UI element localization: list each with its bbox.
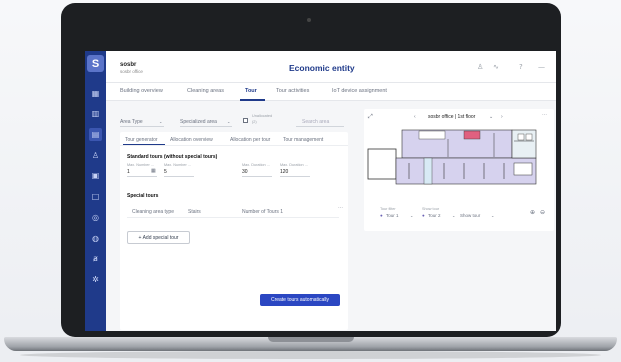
field-underline bbox=[280, 176, 310, 177]
logo-icon[interactable]: S bbox=[87, 55, 104, 72]
field-max-duration[interactable]: 120 bbox=[280, 169, 288, 175]
building-icon[interactable]: ▦ bbox=[89, 87, 102, 100]
field-underline bbox=[127, 176, 157, 177]
floor-plan-room[interactable] bbox=[418, 130, 446, 140]
field-label: Max. Duration ... bbox=[242, 163, 270, 167]
expand-icon[interactable]: ⤢ bbox=[368, 113, 373, 121]
prev-floor-icon[interactable]: ‹ bbox=[414, 114, 416, 120]
site-name[interactable]: sosbr bbox=[120, 62, 136, 68]
unallocated-label: Unallocated bbox=[252, 114, 273, 118]
tab-tour-activities[interactable]: Tour activities bbox=[276, 88, 309, 94]
main-tabs: Building overview Cleaning areas Tour To… bbox=[106, 83, 556, 101]
area-type-chevron-icon: ⌄ bbox=[159, 119, 163, 124]
tab-cleaning-areas[interactable]: Cleaning areas bbox=[187, 88, 224, 94]
specialized-area-filter[interactable]: Specialized area bbox=[180, 119, 217, 125]
field-min-duration[interactable]: 30 bbox=[242, 169, 248, 175]
laptop-shadow bbox=[20, 351, 601, 359]
tab-iot-device-assignment[interactable]: IoT device assignment bbox=[332, 88, 387, 94]
site-subtitle: sosbr office bbox=[120, 69, 143, 74]
specialized-area-chevron-icon: ⌄ bbox=[227, 119, 231, 124]
laptop-notch bbox=[268, 337, 354, 342]
user-icon[interactable]: ♙ bbox=[477, 63, 483, 71]
number-of-tours[interactable]: Number of Tours 1 bbox=[242, 209, 283, 215]
menu-icon[interactable]: — bbox=[538, 63, 545, 71]
activity-icon[interactable]: ∿ bbox=[493, 63, 499, 71]
field-label: Max. Duration ... bbox=[280, 163, 308, 167]
floor-map-panel: ⤢ ‹ sosbr office | 1st floor ⌄ › ⋯ Tour … bbox=[364, 109, 554, 231]
special-tours-title: Special tours bbox=[127, 193, 159, 199]
content-area: Area Type ⌄ Specialized area ⌄ Unallocat… bbox=[106, 101, 556, 331]
calendar-icon: ▦ bbox=[151, 168, 156, 174]
subtab-allocation-per-tour[interactable]: Allocation per tour bbox=[230, 137, 270, 143]
zoom-in-icon[interactable]: ⊕ bbox=[530, 209, 535, 216]
field-underline bbox=[164, 176, 194, 177]
subtab-tour-management[interactable]: Tour management bbox=[283, 137, 323, 143]
cleaning-area-type-value[interactable]: Stairs bbox=[188, 209, 201, 215]
tour-1-filter[interactable]: Tour 1 bbox=[386, 213, 399, 218]
tour-2-chevron-icon: ⌄ bbox=[452, 213, 456, 218]
show-tour-chevron-icon: ⌄ bbox=[491, 213, 495, 218]
device-icon[interactable]: □ bbox=[89, 190, 102, 203]
subtab-allocation-overview[interactable]: Allocation overview bbox=[170, 137, 213, 143]
search-underline bbox=[296, 126, 344, 127]
floor-chevron-icon: ⌄ bbox=[489, 114, 494, 120]
floor-plan-room[interactable] bbox=[517, 133, 525, 141]
unallocated-count: (2) bbox=[252, 120, 257, 124]
floor-plan-room[interactable] bbox=[367, 148, 397, 180]
sidebar: S ▦ ▥ ▤ ♙ ▣ □ ◎ ◍ ⱥ ✲ bbox=[85, 51, 106, 331]
standard-tours-title: Standard tours (without special tours) bbox=[127, 154, 218, 160]
add-special-tour-button[interactable]: + Add special tour bbox=[127, 231, 190, 244]
special-row-divider bbox=[127, 217, 339, 218]
tour-icon[interactable]: ▤ bbox=[89, 128, 102, 141]
specialized-area-underline bbox=[180, 126, 232, 127]
floor-selector[interactable]: sosbr office | 1st floor bbox=[428, 114, 475, 120]
create-tours-button[interactable]: Create tours automatically bbox=[260, 294, 340, 306]
help-icon[interactable]: ? bbox=[519, 63, 523, 71]
tab-tour[interactable]: Tour bbox=[245, 88, 257, 94]
show-tour-select[interactable]: Show tour bbox=[460, 213, 480, 218]
calendar-icon[interactable]: ▣ bbox=[89, 169, 102, 182]
subtab-tour-generator[interactable]: Tour generator bbox=[125, 137, 158, 143]
floor-plan-room[interactable] bbox=[463, 130, 481, 140]
field-label: Max. Number ... bbox=[164, 163, 192, 167]
top-bar: sosbr sosbr office Economic entity ♙ ∿ ?… bbox=[106, 51, 556, 83]
show-tour-label: Show tour bbox=[422, 207, 440, 211]
device-scene: S ▦ ▥ ▤ ♙ ▣ □ ◎ ◍ ⱥ ✲ sosbr sosbr office Economic… bbox=[0, 0, 621, 362]
field-label: Max. Number ... bbox=[127, 163, 155, 167]
tour-2-dot: ● bbox=[422, 213, 425, 218]
cleaning-area-type-label: Cleaning area type bbox=[132, 209, 174, 215]
floor-plan-room[interactable] bbox=[423, 157, 433, 185]
tour-generator-panel: Tour generator Allocation overview Alloc… bbox=[120, 132, 348, 330]
more-icon[interactable]: ⋯ bbox=[542, 112, 547, 118]
field-underline bbox=[242, 176, 272, 177]
tour-1-dot: ● bbox=[380, 213, 383, 218]
search-input[interactable]: Search area bbox=[302, 119, 329, 125]
gear-icon[interactable]: ✲ bbox=[89, 273, 102, 286]
more-icon[interactable]: ⋯ bbox=[338, 205, 343, 211]
floor-plan-room[interactable] bbox=[525, 133, 533, 141]
globe-icon[interactable]: ◍ bbox=[89, 232, 102, 245]
floor-plan[interactable] bbox=[364, 127, 554, 199]
tab-building-overview[interactable]: Building overview bbox=[120, 88, 163, 94]
tour-filter-label: Tour filter bbox=[380, 207, 396, 211]
tour-2-filter[interactable]: Tour 2 bbox=[428, 213, 441, 218]
subtab-divider bbox=[120, 145, 348, 146]
area-type-filter[interactable]: Area Type bbox=[120, 119, 143, 125]
app-screen: S ▦ ▥ ▤ ♙ ▣ □ ◎ ◍ ⱥ ✲ sosbr sosbr office Economic… bbox=[85, 51, 556, 331]
unallocated-checkbox[interactable] bbox=[243, 118, 248, 123]
area-type-underline bbox=[120, 126, 164, 127]
field-max-workers[interactable]: 5 bbox=[164, 169, 167, 175]
person-icon[interactable]: ♙ bbox=[89, 149, 102, 162]
tour-1-chevron-icon: ⌄ bbox=[410, 213, 414, 218]
webcam bbox=[307, 18, 311, 22]
page-title: Economic entity bbox=[289, 63, 355, 73]
settings-icon[interactable]: ◎ bbox=[89, 211, 102, 224]
zoom-out-icon[interactable]: ⊖ bbox=[540, 209, 545, 216]
floor-plan-room[interactable] bbox=[513, 162, 533, 176]
floor-plan-room[interactable] bbox=[401, 129, 513, 159]
translate-icon[interactable]: ⱥ bbox=[89, 252, 102, 265]
chart-icon[interactable]: ▥ bbox=[89, 107, 102, 120]
next-floor-icon[interactable]: › bbox=[501, 114, 503, 120]
field-min-workers[interactable]: 1 bbox=[127, 169, 130, 175]
